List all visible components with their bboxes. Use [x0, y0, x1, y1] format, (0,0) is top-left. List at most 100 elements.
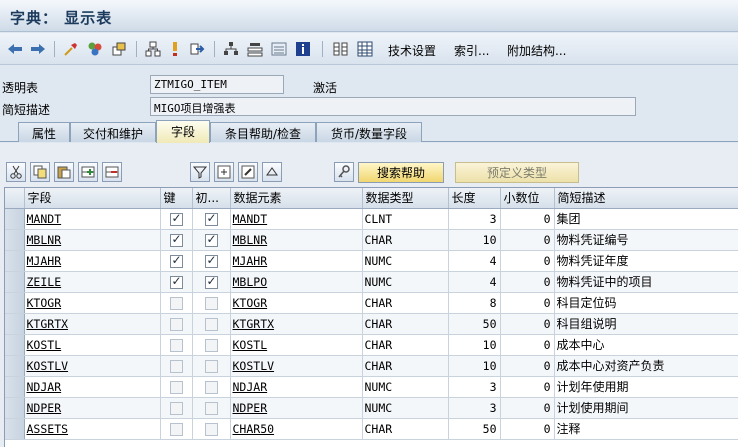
- length-cell[interactable]: 4: [448, 250, 501, 272]
- initial-checkbox[interactable]: [204, 274, 218, 289]
- row-selector[interactable]: [5, 292, 25, 314]
- column-header-description[interactable]: 简短描述: [554, 188, 738, 209]
- initial-checkbox-cell[interactable]: [192, 355, 231, 377]
- data-element-cell[interactable]: KOSTLV: [230, 355, 363, 377]
- column-header-data-type[interactable]: 数据类型: [362, 188, 449, 209]
- table-name-field[interactable]: ZTMIGO_ITEM: [150, 75, 284, 94]
- description-cell[interactable]: 成本中心: [554, 334, 738, 356]
- row-selector[interactable]: [5, 418, 25, 440]
- key-checkbox-cell[interactable]: [160, 250, 193, 272]
- paste-icon[interactable]: [54, 162, 74, 182]
- initial-checkbox[interactable]: [204, 232, 218, 247]
- table-row[interactable]: ZEILE MBLPO NUMC40物料凭证中的项目: [5, 271, 738, 293]
- data-element-text[interactable]: NDPER: [233, 401, 268, 415]
- field-name-text[interactable]: MBLNR: [27, 233, 62, 247]
- column-header-decimals[interactable]: 小数位: [500, 188, 555, 209]
- length-cell[interactable]: 3: [448, 376, 501, 398]
- row-selector[interactable]: [5, 271, 25, 293]
- data-element-cell[interactable]: CHAR50: [230, 418, 363, 440]
- row-selector[interactable]: [5, 376, 25, 398]
- data-type-cell[interactable]: CHAR: [362, 355, 449, 377]
- decimals-cell[interactable]: 0: [500, 418, 555, 440]
- column-header-initial[interactable]: 初...: [192, 188, 231, 209]
- table-row[interactable]: NDPER NDPER NUMC 3 0 计划使用期间: [5, 397, 738, 419]
- initial-checkbox-cell[interactable]: [192, 271, 231, 293]
- data-element-text[interactable]: NDJAR: [233, 380, 268, 394]
- initial-checkbox-cell[interactable]: [192, 418, 231, 440]
- key-checkbox-cell[interactable]: [160, 418, 193, 440]
- key-checkbox-cell[interactable]: [160, 271, 193, 293]
- other-object-icon[interactable]: [110, 39, 128, 59]
- data-element-text[interactable]: KTGRTX: [233, 317, 275, 331]
- field-name-text[interactable]: NDPER: [27, 401, 62, 415]
- table-row[interactable]: MJAHR MJAHR NUMC40物料凭证年度: [5, 250, 738, 272]
- row-selector[interactable]: [5, 208, 25, 230]
- description-cell[interactable]: 物料凭证年度: [554, 250, 738, 272]
- data-type-cell[interactable]: CHAR: [362, 334, 449, 356]
- field-name-cell[interactable]: KOSTL: [24, 334, 161, 356]
- initial-checkbox[interactable]: [204, 317, 218, 331]
- key-checkbox[interactable]: [169, 296, 183, 310]
- glasses-icon[interactable]: [62, 39, 80, 59]
- length-cell[interactable]: 50: [448, 313, 501, 335]
- data-element-cell[interactable]: KOSTL: [230, 334, 363, 356]
- table-row[interactable]: KOSTL KOSTL CHAR 10 0 成本中心: [5, 334, 738, 356]
- data-type-cell[interactable]: CHAR: [362, 292, 449, 314]
- append-structure-button[interactable]: 附加结构...: [507, 42, 566, 59]
- data-element-cell[interactable]: MBLPO: [230, 271, 363, 293]
- initial-checkbox-cell[interactable]: [192, 208, 231, 230]
- data-element-cell[interactable]: MANDT: [230, 208, 363, 230]
- field-name-text[interactable]: KTGRTX: [27, 317, 69, 331]
- decimals-cell[interactable]: 0: [500, 397, 555, 419]
- data-element-text[interactable]: KOSTL: [233, 338, 268, 352]
- field-name-text[interactable]: KOSTLV: [27, 359, 69, 373]
- cut-icon[interactable]: [6, 162, 26, 182]
- navigate-icon[interactable]: [188, 39, 206, 59]
- tab-delivery-maintenance[interactable]: 交付和维护: [70, 122, 156, 142]
- index-button[interactable]: 索引...: [454, 42, 489, 59]
- list-icon[interactable]: [270, 39, 288, 59]
- row-selector-header[interactable]: [5, 188, 25, 209]
- row-selector[interactable]: [5, 250, 25, 272]
- search-help-button[interactable]: 搜索帮助: [358, 162, 444, 183]
- description-cell[interactable]: 成本中心对资产负责: [554, 355, 738, 377]
- copy-icon[interactable]: [30, 162, 50, 182]
- column-header-field[interactable]: 字段: [24, 188, 161, 209]
- up-icon[interactable]: [262, 162, 282, 182]
- data-type-cell[interactable]: CHAR: [362, 229, 449, 251]
- forward-arrow-icon[interactable]: [29, 39, 47, 59]
- description-field[interactable]: MIGO项目增强表: [150, 97, 636, 116]
- length-cell[interactable]: 50: [448, 418, 501, 440]
- layout-icon[interactable]: [222, 39, 240, 59]
- field-name-text[interactable]: NDJAR: [27, 380, 62, 394]
- initial-checkbox-cell[interactable]: [192, 313, 231, 335]
- field-name-cell[interactable]: KOSTLV: [24, 355, 161, 377]
- row-selector[interactable]: [5, 229, 25, 251]
- key-checkbox[interactable]: [169, 359, 183, 373]
- edit-icon[interactable]: [238, 162, 258, 182]
- key-checkbox[interactable]: [169, 253, 183, 268]
- field-name-cell[interactable]: MJAHR: [24, 250, 161, 272]
- data-element-text[interactable]: MANDT: [233, 212, 268, 226]
- key-checkbox-cell[interactable]: [160, 292, 193, 314]
- initial-checkbox-cell[interactable]: [192, 250, 231, 272]
- info-icon[interactable]: [294, 39, 312, 59]
- initial-checkbox-cell[interactable]: [192, 334, 231, 356]
- key-icon[interactable]: [334, 162, 354, 182]
- column-header-key[interactable]: 键: [160, 188, 193, 209]
- key-checkbox[interactable]: [169, 274, 183, 289]
- decimals-cell[interactable]: 0: [500, 355, 555, 377]
- initial-checkbox[interactable]: [204, 338, 218, 352]
- data-element-cell[interactable]: KTGRTX: [230, 313, 363, 335]
- table-row[interactable]: KOSTLV KOSTLV CHAR 10 0 成本中心对资产负责: [5, 355, 738, 377]
- field-name-text[interactable]: MANDT: [27, 212, 62, 226]
- decimals-cell[interactable]: 0: [500, 208, 555, 230]
- field-name-text[interactable]: MJAHR: [27, 254, 62, 268]
- decimals-cell[interactable]: 0: [500, 271, 555, 293]
- key-checkbox[interactable]: [169, 422, 183, 436]
- field-name-text[interactable]: ZEILE: [27, 275, 62, 289]
- row-selector[interactable]: [5, 397, 25, 419]
- table-row[interactable]: KTOGR KTOGR CHAR 8 0 科目定位码: [5, 292, 738, 314]
- column-header-length[interactable]: 长度: [448, 188, 501, 209]
- data-element-cell[interactable]: MBLNR: [230, 229, 363, 251]
